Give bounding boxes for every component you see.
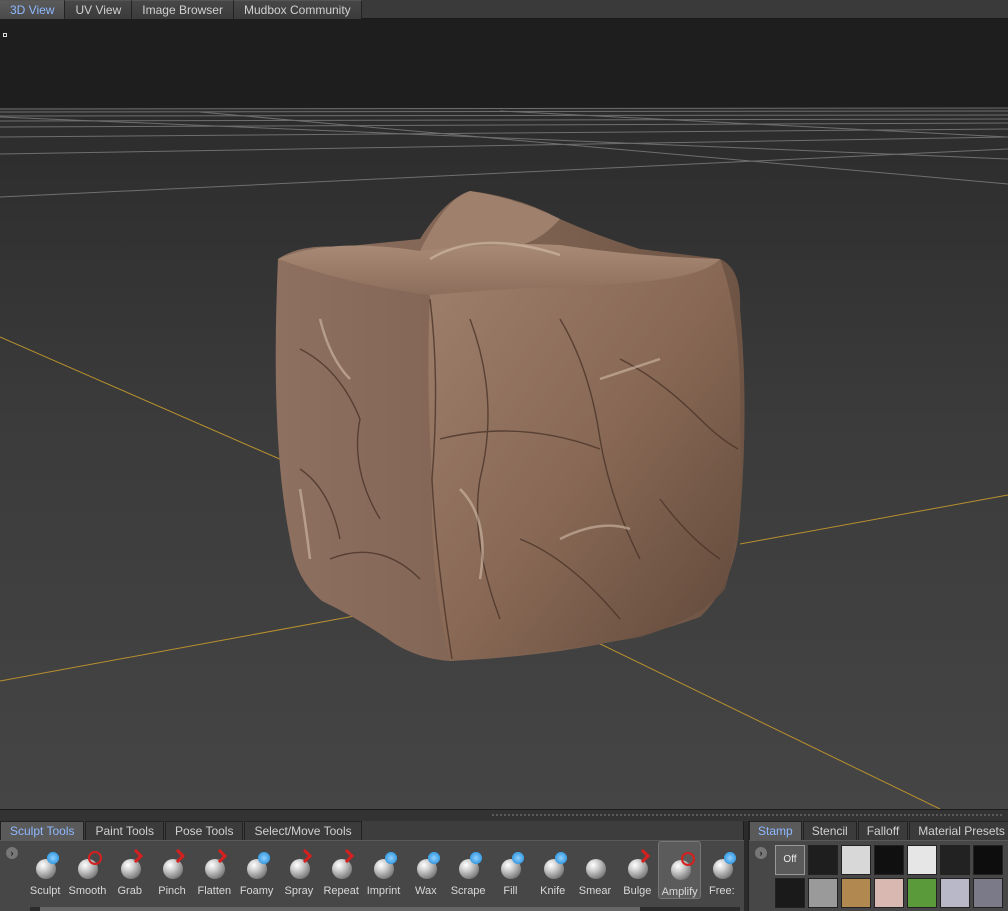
tool-bulge[interactable]: Bulge	[616, 841, 658, 899]
sculpted-rock-cube	[275, 191, 745, 661]
brush-sphere-icon	[332, 859, 353, 879]
brush-sphere-icon	[205, 859, 226, 879]
brush-sphere-icon	[120, 859, 141, 879]
tool-label: Fill	[503, 885, 518, 897]
ground-grid	[0, 107, 1008, 198]
tool-pinch[interactable]: Pinch	[151, 841, 193, 899]
view-tab-bar: 3D View UV View Image Browser Mudbox Com…	[0, 0, 1008, 19]
brush-sphere-icon	[628, 859, 649, 879]
scrollbar-thumb[interactable]	[40, 907, 640, 911]
tool-spray[interactable]: Spray	[278, 841, 320, 899]
stamp-swatch[interactable]	[940, 878, 970, 908]
droplet-marker-icon	[511, 851, 526, 865]
stamp-swatch[interactable]	[841, 845, 871, 875]
tool-label: Bulge	[623, 885, 652, 897]
tool-label: Wax	[415, 885, 437, 897]
tool-label: Grab	[117, 885, 142, 897]
tool-label: Amplify	[661, 886, 698, 898]
tool-label: Pinch	[158, 885, 186, 897]
stamp-swatch[interactable]	[808, 878, 838, 908]
tool-sculpt[interactable]: Sculpt	[24, 841, 66, 899]
tool-imprint[interactable]: Imprint	[362, 841, 404, 899]
droplet-marker-icon	[426, 851, 441, 865]
panel-splitter[interactable]	[0, 809, 1008, 821]
tab-falloff[interactable]: Falloff	[857, 821, 909, 840]
stamp-swatch[interactable]	[874, 845, 904, 875]
stamp-swatch[interactable]	[973, 845, 1003, 875]
stamp-panel-body: › Off	[749, 840, 1008, 911]
tab-image-browser[interactable]: Image Browser	[132, 0, 234, 19]
tool-foamy[interactable]: Foamy	[235, 841, 277, 899]
stamp-swatch[interactable]	[775, 878, 805, 908]
viewport-scene	[0, 107, 1008, 809]
tool-label: Free:	[709, 885, 735, 897]
tool-wax[interactable]: Wax	[405, 841, 447, 899]
stamp-panel-tabs: Stamp Stencil Falloff Material Presets	[749, 821, 1008, 840]
tool-label: Foamy	[239, 885, 274, 897]
tab-uv-view[interactable]: UV View	[65, 0, 133, 19]
tool-amplify[interactable]: Amplify	[658, 841, 701, 899]
circle-marker-icon	[681, 852, 696, 866]
tab-mudbox-community[interactable]: Mudbox Community	[233, 0, 362, 19]
tool-scrape[interactable]: Scrape	[447, 841, 489, 899]
tool-knife[interactable]: Knife	[532, 841, 574, 899]
tool-label: Smear	[578, 885, 612, 897]
tab-stamp[interactable]: Stamp	[749, 821, 802, 840]
tool-label: Imprint	[366, 885, 401, 897]
droplet-marker-icon	[257, 851, 272, 865]
tab-pose-tools[interactable]: Pose Tools	[164, 821, 244, 840]
tool-label: Smooth	[68, 885, 107, 897]
tool-repeat[interactable]: Repeat	[320, 841, 362, 899]
stamp-swatch[interactable]	[940, 845, 970, 875]
stamp-swatch[interactable]	[874, 878, 904, 908]
3d-viewport[interactable]	[0, 19, 1008, 809]
stamp-swatch[interactable]	[841, 878, 871, 908]
tab-stencil[interactable]: Stencil	[802, 821, 857, 840]
chevron-right-icon[interactable]: ›	[755, 847, 767, 859]
chevron-right-icon[interactable]: ›	[6, 847, 18, 859]
tab-select-move-tools[interactable]: Select/Move Tools	[244, 821, 362, 840]
brush-sphere-icon	[585, 859, 606, 879]
droplet-marker-icon	[46, 851, 60, 865]
droplet-marker-icon	[384, 851, 399, 865]
stamp-swatch[interactable]	[907, 845, 937, 875]
droplet-marker-icon	[722, 851, 737, 865]
stamp-panel: Stamp Stencil Falloff Material Presets ›…	[748, 821, 1008, 911]
brush-sphere-icon	[162, 859, 183, 879]
tool-tray-tabs: Sculpt Tools Paint Tools Pose Tools Sele…	[0, 821, 363, 840]
tool-label: Spray	[284, 885, 314, 897]
tool-label: Knife	[540, 885, 566, 897]
tool-flatten[interactable]: Flatten	[193, 841, 235, 899]
tool-label: Repeat	[323, 885, 359, 897]
tab-3d-view[interactable]: 3D View	[0, 0, 66, 19]
tool-tray-body: › Sculpt Smooth Grab Pinch Flatten Foamy Spray…	[0, 840, 744, 911]
tool-label: Flatten	[197, 885, 232, 897]
tool-fill[interactable]: Fill	[489, 841, 531, 899]
tool-smooth[interactable]: Smooth	[66, 841, 108, 899]
tab-paint-tools[interactable]: Paint Tools	[85, 821, 164, 840]
tab-material-presets[interactable]: Material Presets	[909, 821, 1008, 840]
tool-tray: Sculpt Tools Paint Tools Pose Tools Sele…	[0, 821, 744, 911]
stamp-swatch[interactable]	[907, 878, 937, 908]
sculpt-tool-list: Sculpt Smooth Grab Pinch Flatten Foamy Spray Re…	[24, 841, 743, 901]
tool-tray-scrollbar[interactable]	[30, 907, 740, 911]
stamp-swatch[interactable]	[808, 845, 838, 875]
tool-grab[interactable]: Grab	[109, 841, 151, 899]
tool-smear[interactable]: Smear	[574, 841, 616, 899]
stamp-swatch[interactable]	[973, 878, 1003, 908]
brush-sphere-icon	[289, 859, 310, 879]
tool-free[interactable]: Free:	[701, 841, 743, 899]
droplet-marker-icon	[468, 851, 483, 865]
droplet-marker-icon	[553, 851, 568, 865]
splitter-grip[interactable]	[492, 814, 1002, 816]
tab-sculpt-tools[interactable]: Sculpt Tools	[0, 821, 85, 840]
circle-marker-icon	[88, 851, 103, 865]
tool-label: Sculpt	[29, 885, 61, 897]
stamp-off-button[interactable]: Off	[775, 845, 805, 875]
tool-label: Scrape	[450, 885, 486, 897]
stamp-grid: Off	[775, 845, 1003, 908]
